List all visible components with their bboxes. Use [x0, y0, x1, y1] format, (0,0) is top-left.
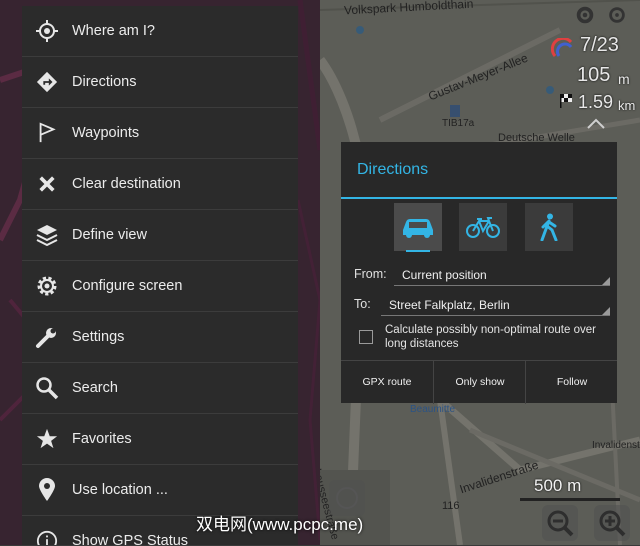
menu-item-label: Directions [72, 74, 137, 90]
menu-item-search[interactable]: Search [22, 363, 298, 414]
mode-selected-indicator [406, 250, 430, 252]
flag-icon [22, 108, 72, 158]
car-icon [403, 219, 433, 238]
menu-item-favorites[interactable]: Favorites [22, 414, 298, 465]
target-icon[interactable] [606, 4, 628, 26]
wrench-icon [22, 312, 72, 362]
transport-mode-selector [341, 203, 617, 253]
non-optimal-route-checkbox[interactable] [359, 330, 373, 344]
zoom-in-icon [599, 510, 626, 537]
directions-dialog: Directions From: Current position To: St… [341, 142, 617, 404]
dialog-button-bar: GPX route Only show Follow [341, 360, 617, 404]
gear-icon [22, 261, 72, 311]
menu-item-label: Use location ... [72, 482, 168, 498]
menu-item-label: Waypoints [72, 125, 140, 141]
scale-label: 500 m [534, 476, 582, 495]
follow-button[interactable]: Follow [525, 361, 618, 404]
distance-unit: m [618, 71, 630, 87]
remaining-unit: km [618, 98, 636, 113]
menu-item-directions[interactable]: Directions [22, 57, 298, 108]
finish-flag-icon [560, 94, 572, 108]
star-icon [22, 414, 72, 464]
dialog-title: Directions [341, 142, 617, 199]
menu-item-where-am-i[interactable]: Where am I? [22, 6, 298, 57]
from-label: From: [354, 267, 387, 281]
dropdown-arrow-icon [602, 277, 610, 285]
menu-item-label: Favorites [72, 431, 132, 447]
menu-item-label: Show GPS Status [72, 533, 189, 545]
menu-item-label: Configure screen [72, 278, 183, 294]
scale-bar [520, 498, 620, 501]
to-select[interactable]: Street Falkplatz, Berlin [381, 294, 610, 316]
remaining-value: 1.59 [578, 92, 614, 112]
zoom-in-button[interactable] [594, 505, 630, 541]
watermark-text: 双电网(www.pcpc.me) [196, 515, 364, 534]
to-label: To: [354, 297, 371, 311]
close-icon [22, 159, 72, 209]
bicycle-icon [466, 217, 500, 238]
menu-item-settings[interactable]: Settings [22, 312, 298, 363]
mode-bicycle-button[interactable] [459, 203, 507, 251]
location-pin-icon [22, 465, 72, 515]
menu-item-label: Define view [72, 227, 147, 243]
layers-icon [22, 210, 72, 260]
from-value: Current position [402, 268, 487, 282]
menu-item-configure-screen[interactable]: Configure screen [22, 261, 298, 312]
mode-pedestrian-button[interactable] [525, 203, 573, 251]
menu-item-label: Where am I? [72, 23, 155, 39]
dropdown-arrow-icon [602, 307, 610, 315]
distance-value: 105 [577, 64, 611, 86]
to-value: Street Falkplatz, Berlin [389, 298, 510, 312]
chevron-up-icon[interactable] [584, 116, 608, 132]
menu-item-label: Settings [72, 329, 125, 345]
pedestrian-icon [540, 213, 558, 241]
non-optimal-route-label: Calculate possibly non-optimal route ove… [385, 324, 596, 350]
search-icon [22, 363, 72, 413]
main-menu: Where am I? Directions Waypoints Clear d… [22, 6, 298, 545]
menu-item-define-view[interactable]: Define view [22, 210, 298, 261]
directions-icon [22, 57, 72, 107]
zoom-out-icon [547, 510, 574, 537]
menu-item-waypoints[interactable]: Waypoints [22, 108, 298, 159]
menu-item-label: Clear destination [72, 176, 181, 192]
only-show-button[interactable]: Only show [433, 361, 526, 404]
zoom-out-button[interactable] [542, 505, 578, 541]
gpx-route-button[interactable]: GPX route [341, 361, 433, 404]
time-indicator: 7/23 [580, 34, 619, 56]
compass-icon [551, 38, 573, 57]
info-icon [22, 516, 72, 545]
mode-car-button[interactable] [394, 203, 442, 252]
menu-item-label: Search [72, 380, 118, 396]
gear-icon[interactable] [574, 4, 596, 26]
crosshair-icon [22, 6, 72, 56]
menu-item-clear-destination[interactable]: Clear destination [22, 159, 298, 210]
menu-item-use-location[interactable]: Use location ... [22, 465, 298, 516]
from-select[interactable]: Current position [394, 264, 610, 286]
